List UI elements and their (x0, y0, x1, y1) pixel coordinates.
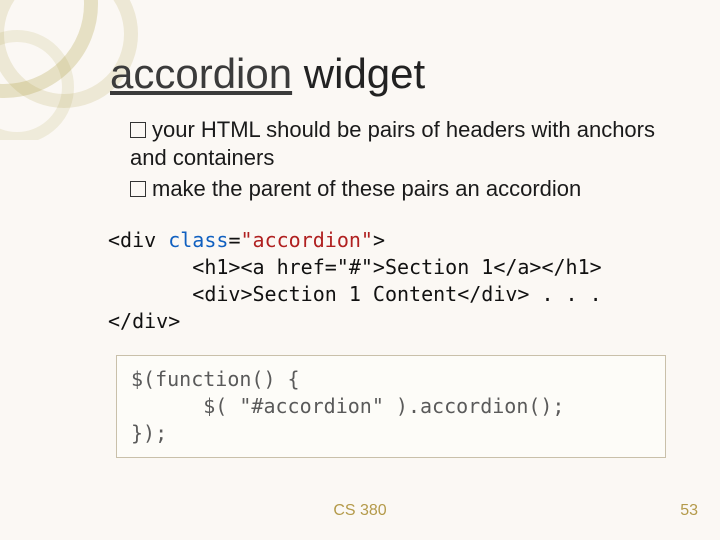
checkbox-icon (130, 181, 146, 197)
title-link[interactable]: accordion (110, 50, 292, 97)
code-block-js: $(function() { $( "#accordion" ).accordi… (116, 355, 666, 458)
slide-number: 53 (680, 502, 698, 520)
slide-content: accordion widget your HTML should be pai… (110, 50, 680, 472)
title-rest: widget (292, 50, 425, 97)
bullet-item: your HTML should be pairs of headers wit… (130, 116, 680, 171)
bullet-list: your HTML should be pairs of headers wit… (130, 116, 680, 203)
bullet-item: make the parent of these pairs an accord… (130, 175, 680, 203)
checkbox-icon (130, 122, 146, 138)
slide-title: accordion widget (110, 50, 680, 98)
bullet-text: your HTML should be pairs of headers wit… (130, 117, 655, 170)
footer-course: CS 380 (0, 502, 720, 520)
code-block-html: <div class="accordion"> <h1><a href="#">… (100, 223, 680, 341)
bullet-text: make the parent of these pairs an accord… (152, 176, 581, 201)
